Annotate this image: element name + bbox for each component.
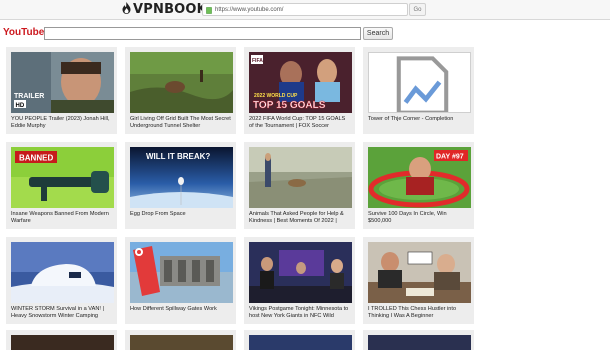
video-thumbnail[interactable]: BANNED <box>11 147 114 208</box>
youtube-brand-link[interactable]: YouTube <box>3 27 44 38</box>
video-card[interactable]: TRAILER HD YOU PEOPLE Trailer (2023) Jon… <box>6 47 117 134</box>
thumb-text: BANNED <box>19 154 53 163</box>
flame-icon <box>122 1 131 19</box>
video-grid: TRAILER HD YOU PEOPLE Trailer (2023) Jon… <box>6 47 474 324</box>
video-thumbnail[interactable]: WILL IT BREAK? <box>130 147 233 208</box>
video-title[interactable]: Animals That Asked People for Help & Kin… <box>249 211 350 226</box>
fifa-badge: FIFA <box>252 58 263 64</box>
video-thumbnail[interactable] <box>249 335 352 350</box>
video-card[interactable]: WINTER STORM Survival in a VAN! | Heavy … <box>6 237 117 324</box>
video-title[interactable]: Girl Living Off Grid Built The Most Secr… <box>130 116 231 131</box>
go-button[interactable]: Go <box>409 3 426 16</box>
thumb-text: WILL IT BREAK? <box>146 152 210 161</box>
broken-image-icon <box>371 55 470 112</box>
video-card[interactable]: Animals That Asked People for Help & Kin… <box>244 142 355 229</box>
thumb-text: TRAILER <box>14 93 44 100</box>
video-thumbnail[interactable] <box>11 242 114 303</box>
search-button[interactable]: Search <box>363 27 393 40</box>
video-thumbnail[interactable] <box>249 147 352 208</box>
video-title[interactable]: Survive 100 Days In Circle, Win $500,000 <box>368 211 469 226</box>
video-card[interactable]: Vikings Postgame Tonight: Minnesota to h… <box>244 237 355 324</box>
video-title[interactable]: Insane Weapons Banned From Modern Warfar… <box>11 211 112 226</box>
video-thumbnail[interactable] <box>249 242 352 303</box>
video-card[interactable]: How Different Spillway Gates Work <box>125 237 236 324</box>
video-card[interactable]: BANNED Insane Weapons Banned From Modern… <box>6 142 117 229</box>
video-title[interactable]: 2022 FIFA World Cup: TOP 15 GOALS of the… <box>249 116 350 131</box>
thumb-text: DAY #97 <box>436 154 464 161</box>
video-thumbnail[interactable]: FIFA 2022 WORLD CUP TOP 15 GOALS <box>249 52 352 113</box>
video-thumbnail[interactable] <box>368 52 471 113</box>
video-card[interactable]: FIFA 2022 WORLD CUP TOP 15 GOALS 2022 FI… <box>244 47 355 134</box>
video-thumbnail[interactable]: TRAILER HD <box>11 52 114 113</box>
video-card[interactable]: I TROLLED This Chess Hustler into Thinki… <box>363 237 474 324</box>
video-thumbnail[interactable] <box>130 335 233 350</box>
video-title[interactable]: I TROLLED This Chess Hustler into Thinki… <box>368 306 469 321</box>
video-card[interactable]: Tower of Thje Corner - Completion <box>363 47 474 134</box>
url-input[interactable]: https://www.youtube.com/ <box>202 3 408 16</box>
hd-badge: HD <box>16 103 25 109</box>
video-thumbnail[interactable] <box>368 242 471 303</box>
video-card[interactable] <box>363 330 474 350</box>
thumb-subtext: 2022 WORLD CUP <box>254 93 298 99</box>
video-thumbnail[interactable] <box>130 242 233 303</box>
thumb-text: TOP 15 GOALS <box>253 100 326 111</box>
logo-text: VPNBOOK <box>133 2 207 17</box>
video-title[interactable]: Egg Drop From Space <box>130 211 231 218</box>
url-text: https://www.youtube.com/ <box>215 6 284 13</box>
video-title[interactable]: WINTER STORM Survival in a VAN! | Heavy … <box>11 306 112 321</box>
video-title[interactable]: How Different Spillway Gates Work <box>130 306 231 313</box>
video-title[interactable]: Tower of Thje Corner - Completion <box>368 116 469 123</box>
vpnbook-logo: VPNBOOK <box>122 1 207 19</box>
video-thumbnail[interactable] <box>130 52 233 113</box>
search-input[interactable] <box>44 27 361 40</box>
browser-toolbar: VPNBOOK https://www.youtube.com/ Go <box>0 0 610 20</box>
video-card[interactable] <box>244 330 355 350</box>
video-card[interactable]: DAY #97 Survive 100 Days In Circle, Win … <box>363 142 474 229</box>
video-thumbnail[interactable]: DAY #97 <box>368 147 471 208</box>
video-thumbnail[interactable] <box>11 335 114 350</box>
video-card[interactable] <box>125 330 236 350</box>
video-title[interactable]: YOU PEOPLE Trailer (2023) Jonah Hill, Ed… <box>11 116 112 131</box>
video-card[interactable]: Girl Living Off Grid Built The Most Secr… <box>125 47 236 134</box>
video-card[interactable] <box>6 330 117 350</box>
video-thumbnail[interactable] <box>368 335 471 350</box>
page-icon <box>206 1 212 19</box>
video-card[interactable]: WILL IT BREAK? Egg Drop From Space <box>125 142 236 229</box>
video-title[interactable]: Vikings Postgame Tonight: Minnesota to h… <box>249 306 350 321</box>
